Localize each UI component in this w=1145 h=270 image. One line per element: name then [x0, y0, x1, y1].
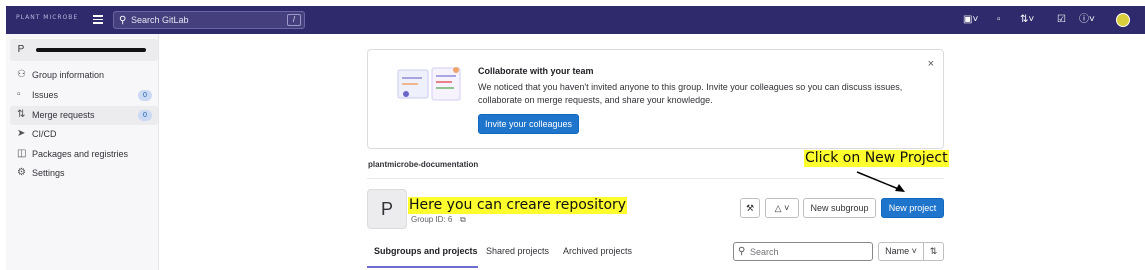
annotation-arrow-icon: [856, 171, 905, 192]
alert-body: We noticed that you haven't invited anyo…: [478, 82, 903, 105]
menu-icon[interactable]: [93, 15, 103, 24]
sidebar-item-cicd[interactable]: ➤ CI/CD: [10, 125, 158, 144]
invite-alert: × Collaborate with your team We noticed …: [367, 49, 944, 149]
top-navigation-bar: PLANT MICROBE ⚲ Search GitLab / ▣˅ ▫ ⇅˅ …: [6, 6, 1145, 34]
issues-icon[interactable]: ▫: [997, 15, 1001, 25]
search-shortcut-hint: /: [287, 14, 301, 26]
tab-archived-projects[interactable]: Archived projects: [563, 246, 632, 256]
search-icon: ⚲: [738, 246, 746, 257]
package-icon: ◫: [17, 148, 27, 159]
breadcrumb[interactable]: plantmicrobe-documentation: [368, 160, 478, 169]
gear-icon: ⚙: [17, 167, 26, 178]
user-avatar[interactable]: [1116, 13, 1130, 27]
sidebar-item-packages[interactable]: ◫ Packages and registries: [10, 145, 158, 164]
group-avatar-large: P: [367, 189, 407, 229]
plus-menu-icon[interactable]: ▣˅: [963, 15, 978, 25]
sort-dropdown[interactable]: Name ˅: [878, 242, 924, 261]
annotation-repository: Here you can creare repository: [408, 197, 628, 214]
issues-icon: ▫: [17, 89, 21, 100]
sidebar: P plantmicrobe-documentation ⚇ Group inf…: [6, 34, 159, 270]
rocket-icon: ➤: [17, 128, 26, 139]
sort-direction-icon[interactable]: ⇅: [923, 242, 944, 261]
sidebar-item-label: Group information: [32, 70, 105, 80]
sidebar-item-group-information[interactable]: ⚇ Group information: [10, 66, 158, 85]
group-icon: ⚇: [17, 69, 26, 80]
project-search-input[interactable]: ⚲ Search: [733, 242, 873, 261]
todo-icon[interactable]: ☑: [1057, 15, 1066, 25]
sort-label: Name: [885, 246, 910, 256]
collaboration-illustration: [397, 67, 461, 101]
sidebar-item-label: Settings: [32, 168, 65, 178]
group-id: Group ID: 6: [411, 215, 453, 224]
redaction-scribble: [36, 48, 146, 52]
sidebar-item-label: Issues: [32, 90, 59, 100]
sidebar-group-header[interactable]: P plantmicrobe-documentation: [10, 39, 158, 61]
sidebar-item-label: Packages and registries: [32, 149, 129, 159]
group-avatar: P: [17, 44, 25, 55]
group-settings-wrench-icon[interactable]: ⚒: [740, 198, 760, 218]
count-badge: 0: [138, 110, 152, 121]
invite-colleagues-button[interactable]: Invite your colleagues: [478, 114, 579, 134]
notification-bell-icon[interactable]: △ ˅: [765, 198, 799, 218]
close-icon[interactable]: ×: [928, 58, 934, 70]
tab-shared-projects[interactable]: Shared projects: [486, 246, 549, 256]
help-icon[interactable]: ⓘ˅: [1079, 15, 1095, 25]
copy-icon[interactable]: ⧉: [460, 215, 466, 225]
sidebar-item-label: CI/CD: [32, 129, 57, 139]
merge-request-icon[interactable]: ⇅˅: [1020, 15, 1034, 25]
search-icon: ⚲: [119, 15, 127, 26]
sidebar-item-issues[interactable]: ▫ Issues 0: [10, 86, 158, 105]
active-tab-indicator: [367, 266, 478, 268]
project-search-placeholder: Search: [750, 247, 779, 257]
tab-subgroups-and-projects[interactable]: Subgroups and projects: [374, 246, 478, 256]
count-badge: 0: [138, 90, 152, 101]
global-search-input[interactable]: ⚲ Search GitLab /: [113, 11, 305, 29]
sidebar-item-merge-requests[interactable]: ⇅ Merge requests 0: [10, 106, 158, 125]
sidebar-item-label: Merge requests: [32, 110, 95, 120]
global-search-placeholder: Search GitLab: [131, 15, 189, 25]
new-project-button[interactable]: New project: [881, 198, 944, 218]
new-subgroup-button[interactable]: New subgroup: [803, 198, 876, 218]
annotation-click-new-project: Click on New Project: [804, 150, 949, 167]
merge-request-icon: ⇅: [17, 109, 26, 120]
sidebar-item-settings[interactable]: ⚙ Settings: [10, 164, 158, 183]
alert-title: Collaborate with your team: [478, 66, 594, 76]
brand-logo[interactable]: PLANT MICROBE: [16, 14, 78, 21]
